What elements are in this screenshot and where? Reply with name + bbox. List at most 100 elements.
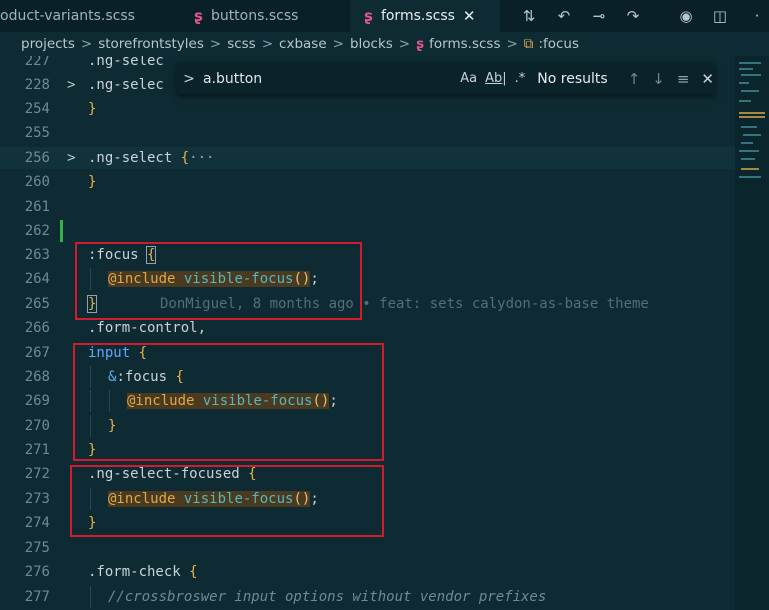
breadcrumb-item[interactable]: cxbase (279, 36, 327, 52)
code-editor[interactable]: 227 .ng-selec 228 > .ng-selec 254 } 255 … (0, 56, 735, 610)
breadcrumb-file[interactable]: ʂ forms.scss (416, 36, 500, 52)
tab-buttons[interactable]: ʂ buttons.scss (180, 0, 338, 32)
indent-guide (90, 586, 91, 608)
breadcrumb-symbol[interactable]: ⧉:focus (524, 36, 579, 52)
folded-placeholder[interactable]: ··· (189, 150, 214, 166)
line-number: 271 (24, 442, 50, 458)
code-line: 254 } (0, 98, 735, 120)
brace: { (189, 564, 198, 580)
tab-label: buttons.scss (210, 8, 299, 24)
brace: { (138, 345, 148, 361)
arrow-down-icon[interactable]: ↓ (652, 70, 665, 88)
code-line: 277 //crossbroswer input options without… (0, 586, 735, 608)
indent-guide (90, 390, 91, 412)
indent-guide (90, 488, 91, 510)
code-line: 261 (0, 196, 735, 218)
indent-guide (90, 366, 91, 388)
go-forward-icon[interactable]: ↷ (621, 0, 645, 32)
match-case-toggle[interactable]: Aa (460, 71, 477, 86)
brace: { (248, 466, 257, 482)
find-input[interactable] (202, 67, 461, 90)
line-number: 277 (24, 589, 50, 605)
brace: { (172, 150, 190, 166)
line-code: input { (88, 342, 147, 364)
selector: :focus (116, 369, 168, 385)
line-number: 227 (24, 56, 50, 69)
git-blame-annotation: DonMiguel, 8 months ago • feat: sets cal… (160, 296, 649, 312)
line-number: 263 (24, 247, 50, 263)
line-code: .form-control, (88, 320, 207, 336)
line-number: 269 (24, 393, 50, 409)
sass-file-icon: ʂ (364, 7, 373, 25)
line-comment: //crossbroswer input options without ven… (108, 589, 547, 605)
code-line: 269 @include visible-focus(); (0, 390, 735, 412)
code-line: 275 (0, 537, 735, 559)
breadcrumb: projects > storefrontstyles > scss > cxb… (0, 32, 769, 56)
line-number: 268 (24, 369, 50, 385)
chevron-right-icon: > (332, 36, 344, 52)
code-line: 260 } (0, 171, 735, 193)
semicolon: ; (329, 393, 338, 409)
line-code: @include visible-focus(); (108, 268, 319, 290)
close-icon[interactable]: ✕ (701, 70, 714, 88)
line-number: 267 (24, 345, 50, 361)
breadcrumb-item[interactable]: blocks (350, 36, 393, 52)
find-in-selection-icon[interactable]: ≡ (677, 70, 690, 88)
commit-icon[interactable]: ⊸ (587, 0, 611, 32)
code-line: 273 @include visible-focus(); (0, 488, 735, 510)
selector: .form-check (88, 564, 181, 580)
split-editor-icon[interactable]: ◫ (708, 0, 732, 32)
code-line: 264 @include visible-focus(); (0, 268, 735, 290)
indent-guide (90, 268, 91, 290)
line-number: 228 (24, 77, 50, 93)
breadcrumb-item[interactable]: projects (21, 36, 75, 52)
brace: { (145, 246, 157, 264)
line-code: } (88, 101, 97, 117)
line-number: 262 (24, 223, 50, 239)
line-code: .ng-selec (88, 77, 164, 93)
use-regex-toggle[interactable]: .* (515, 71, 526, 86)
find-results-count: No results (537, 70, 608, 87)
code-line: 268 &:focus { (0, 366, 735, 388)
minimap[interactable] (735, 56, 769, 610)
function-name: visible-focus (183, 491, 294, 507)
breadcrumb-item[interactable]: storefrontstyles (98, 36, 204, 52)
breadcrumb-file-label: forms.scss (429, 36, 501, 52)
tab-label: forms.scss (380, 8, 455, 24)
selector: .ng-select-focused (88, 466, 240, 482)
code-line: 262 (0, 220, 735, 242)
code-line: 272 .ng-select-focused { (0, 463, 735, 485)
breadcrumb-item[interactable]: scss (227, 36, 256, 52)
brace: } (88, 515, 97, 531)
go-back-icon[interactable]: ↶ (552, 0, 576, 32)
chevron-right-icon: > (261, 36, 274, 52)
line-code: @include visible-focus(); (127, 390, 338, 412)
line-code: .ng-select {··· (88, 147, 214, 169)
tab-forms[interactable]: ʂ forms.scss ✕ (350, 0, 500, 32)
semicolon: ; (310, 271, 319, 287)
breadcrumb-symbol-label: :focus (538, 36, 580, 52)
selector-symbol-icon: ⧉ (523, 36, 534, 52)
line-number: 256 (24, 150, 50, 166)
split-compare-icon[interactable]: ⇅ (517, 0, 541, 32)
git-added-marker[interactable] (60, 220, 63, 242)
parens: () (293, 271, 311, 287)
tag-selector: input (88, 345, 131, 361)
toggle-replace-icon[interactable]: > (181, 71, 197, 87)
selector: :focus (88, 247, 139, 263)
brace: } (88, 442, 97, 458)
fold-chevron-icon[interactable]: > (67, 74, 75, 96)
brace: } (86, 295, 98, 313)
more-actions-icon[interactable]: · (745, 0, 769, 32)
sass-file-icon: ʂ (194, 7, 203, 25)
line-number: 254 (24, 101, 50, 117)
fold-chevron-icon[interactable]: > (67, 147, 75, 169)
line-code: @include visible-focus(); (108, 488, 319, 510)
line-code: .ng-selec (88, 56, 164, 69)
git-graph-icon[interactable]: ◉ (674, 0, 698, 32)
close-icon[interactable]: ✕ (463, 7, 476, 25)
arrow-up-icon[interactable]: ↑ (628, 70, 641, 88)
match-whole-word-toggle[interactable]: Ab| (485, 71, 507, 86)
tab-product-variants[interactable]: oduct-variants.scss (0, 0, 168, 32)
line-number: 274 (24, 515, 50, 531)
